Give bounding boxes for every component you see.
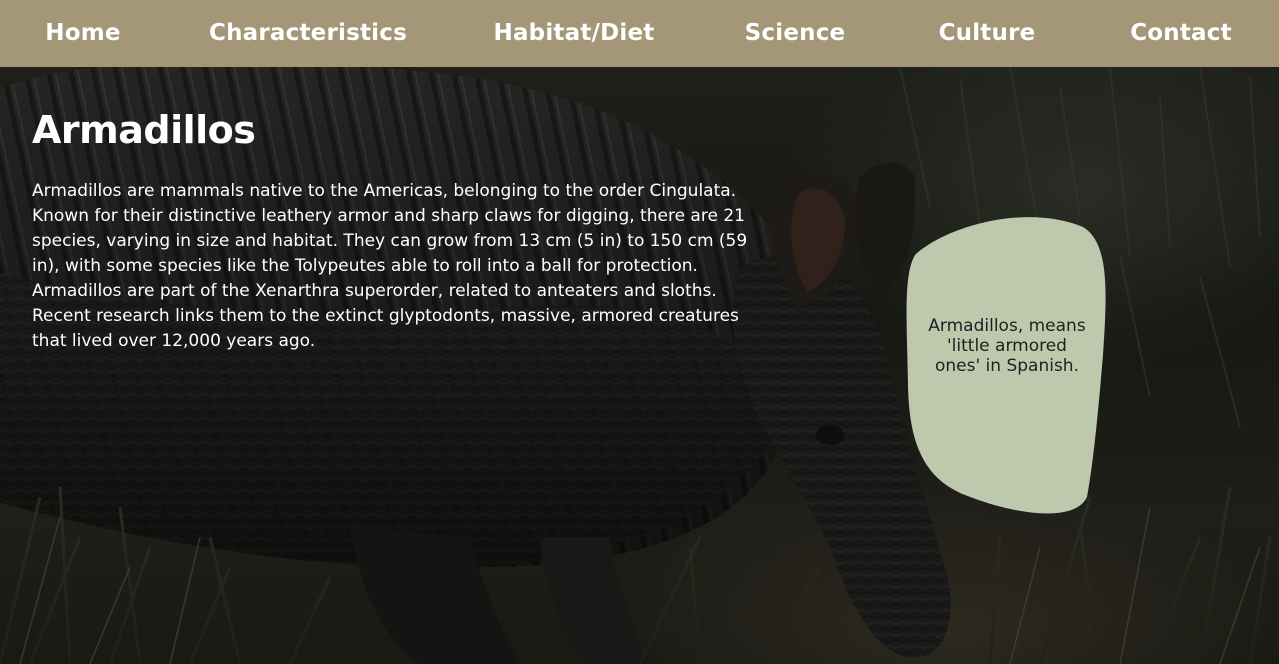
page: Home Characteristics Habitat/Diet Scienc… bbox=[0, 0, 1279, 664]
main-navigation: Home Characteristics Habitat/Diet Scienc… bbox=[0, 0, 1279, 67]
nav-link-culture[interactable]: Culture bbox=[939, 0, 1036, 67]
nav-link-science[interactable]: Science bbox=[745, 0, 846, 67]
nav-link-home[interactable]: Home bbox=[45, 0, 120, 67]
fact-text: Armadillos, means 'little armored ones' … bbox=[928, 316, 1086, 376]
nav-link-contact[interactable]: Contact bbox=[1130, 0, 1232, 67]
intro-paragraph: Armadillos are mammals native to the Ame… bbox=[32, 181, 748, 351]
fact-bubble: Armadillos, means 'little armored ones' … bbox=[905, 215, 1108, 518]
nav-link-habitat-diet[interactable]: Habitat/Diet bbox=[494, 0, 655, 67]
nav-link-characteristics[interactable]: Characteristics bbox=[209, 0, 407, 67]
page-title: Armadillos bbox=[32, 108, 256, 152]
